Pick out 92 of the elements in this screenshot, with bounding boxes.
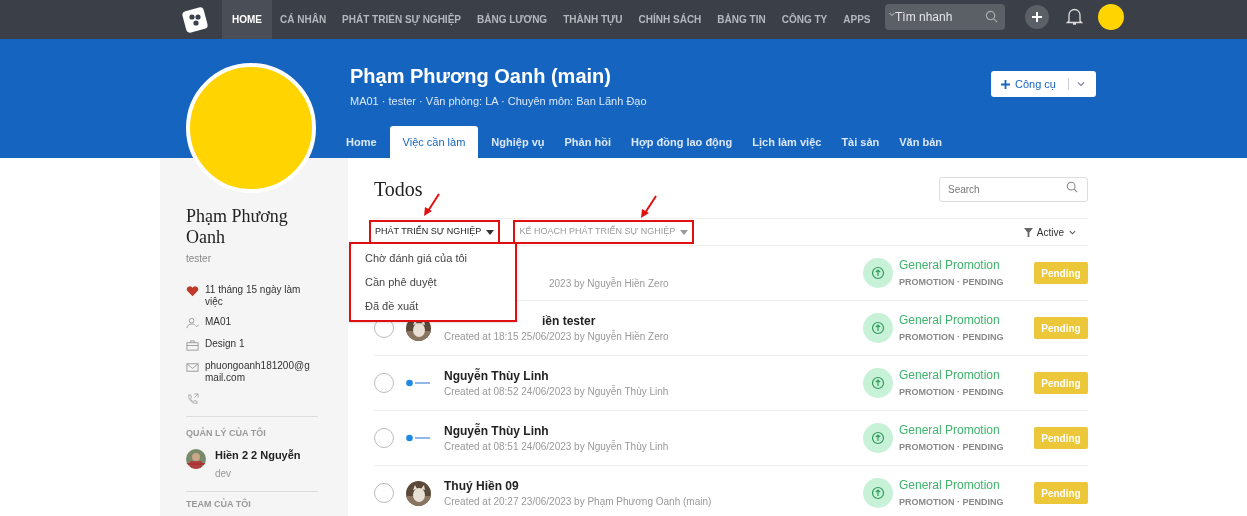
search-icon (1066, 181, 1078, 193)
created-text: Created at 20:27 23/06/2023 by Phạm Phương Oanh (main) (444, 494, 712, 509)
manager-name[interactable]: Hiền 2 2 Nguyễn (215, 446, 301, 463)
filter-dropdown[interactable]: KẾ HOẠCH PHÁT TRIỂN SỰ NGHIỆP (513, 220, 695, 244)
todo-title[interactable]: iền tester (542, 312, 669, 329)
profile-tab[interactable]: Nghiệp vụ (481, 126, 555, 158)
status-badge: Pending (1034, 482, 1088, 504)
company-logo-icon (406, 434, 431, 442)
todos-title: Todos (374, 177, 423, 202)
status-badge: Pending (1034, 372, 1088, 394)
nav-item[interactable]: THÀNH TỰU (555, 0, 631, 39)
profile-tab[interactable]: Home (336, 126, 387, 158)
status-badge: Pending (1034, 317, 1088, 339)
profile-tab[interactable]: Lịch làm việc (742, 126, 832, 158)
promotion-icon (863, 368, 893, 398)
user-icon (186, 317, 199, 330)
nav-item[interactable]: PHÁT TRIỂN SỰ NGHIỆP (334, 0, 469, 39)
user-avatar[interactable] (1098, 4, 1124, 30)
promotion-icon (863, 258, 893, 288)
annotation-arrow (422, 193, 441, 217)
caret-icon (680, 229, 689, 235)
chevron-down-icon (889, 12, 895, 17)
company-logo-icon (406, 379, 431, 387)
nav-item[interactable]: APPS (835, 0, 879, 39)
menu-item[interactable]: Đã đề xuất (351, 297, 515, 315)
profile-meta: MA01 · tester · Văn phòng: LA · Chuyên môn: Ban Lãnh Đạo (350, 94, 647, 109)
promotion-title[interactable]: General Promotion (899, 366, 1034, 385)
status-filter[interactable]: Active (1023, 224, 1076, 240)
promotion-title[interactable]: General Promotion (899, 421, 1034, 440)
sidebar-role: tester (186, 252, 212, 266)
heart-icon (186, 285, 199, 298)
nav-item[interactable]: BẢNG LƯƠNG (469, 0, 556, 39)
chevron-down-icon (1069, 228, 1076, 236)
detail-text: 11 tháng 15 ngày làm việc (205, 284, 302, 308)
caret-icon (486, 229, 495, 235)
plus-icon (1001, 79, 1010, 89)
todo-title[interactable]: Nguyễn Thùy Linh (444, 422, 669, 439)
profile-name: Phạm Phương Oanh (main) (350, 64, 612, 89)
manager-role: dev (215, 467, 233, 481)
created-text: Created at 08:52 24/06/2023 by Nguyễn Thùy Linh (444, 384, 669, 399)
bell-icon[interactable] (1066, 7, 1083, 26)
promotion-icon (863, 313, 893, 343)
promotion-meta: PROMOTION · PENDING (899, 496, 1005, 510)
filter-icon (1023, 227, 1033, 237)
created-text: Created at 18:15 25/06/2023 by Nguyễn Hiền Zero (444, 329, 669, 344)
created-text: 2023 by Nguyễn Hiền Zero (549, 276, 669, 291)
todo-title[interactable]: Thuý Hiền 09 (444, 477, 712, 494)
add-button[interactable] (1025, 5, 1049, 29)
profile-tab[interactable]: Việc cần làm (389, 126, 479, 158)
search-field[interactable]: Search (939, 176, 1088, 202)
promotion-icon (863, 423, 893, 453)
status-badge: Pending (1034, 262, 1088, 284)
nav-item[interactable]: CÁ NHÂN (272, 0, 335, 39)
mail-icon (186, 361, 199, 374)
promotion-meta: PROMOTION · PENDING (899, 276, 1005, 290)
todo-title[interactable]: Nguyễn Thùy Linh (444, 367, 669, 384)
briefcase-icon (186, 339, 199, 352)
promotion-meta: PROMOTION · PENDING (899, 331, 1005, 345)
promotion-meta: PROMOTION · PENDING (899, 386, 1005, 400)
detail-text: Design 1 (205, 338, 245, 350)
menu-item[interactable]: Chờ đánh giá của tôi (351, 249, 515, 267)
promotion-title[interactable]: General Promotion (899, 311, 1034, 330)
tools-button[interactable]: Công cụ (991, 71, 1096, 97)
phone-icon (186, 393, 199, 406)
section-heading: TEAM CỦA TÔI (186, 498, 252, 511)
status-badge: Pending (1034, 427, 1088, 449)
annotation-arrow (639, 195, 658, 219)
profile-tab[interactable]: Hợp đồng lao động (620, 126, 743, 158)
plus-icon (1031, 11, 1043, 23)
checkbox[interactable] (374, 373, 394, 393)
nav-item[interactable]: BẢNG TIN (709, 0, 774, 39)
profile-tab[interactable]: Tài sản (831, 126, 890, 158)
profile-tab[interactable]: Phản hồi (554, 126, 621, 158)
promotion-meta: PROMOTION · PENDING (899, 441, 1005, 455)
chevron-down-icon (1077, 80, 1085, 88)
quick-search-field[interactable]: Tìm nhanh (885, 4, 1005, 30)
profile-tab[interactable]: Văn bản (889, 126, 953, 158)
search-icon (985, 10, 998, 23)
promotion-title[interactable]: General Promotion (899, 476, 1034, 495)
nav-item[interactable]: HOME (222, 0, 272, 39)
detail-text: phuongoanh181200@gmail.com (205, 360, 311, 384)
nav-item[interactable]: CÔNG TY (773, 0, 836, 39)
created-text: Created at 08:51 24/06/2023 by Nguyễn Thùy Linh (444, 439, 669, 454)
checkbox[interactable] (374, 428, 394, 448)
nav-item[interactable]: CHÍNH SÁCH (630, 0, 710, 39)
checkbox[interactable] (374, 483, 394, 503)
promotion-title[interactable]: General Promotion (899, 256, 1034, 275)
menu-item[interactable]: Cần phê duyệt (351, 273, 515, 291)
promotion-icon (863, 478, 893, 508)
section-heading: QUẢN LÝ CỦA TÔI (186, 427, 267, 440)
sidebar-name: Phạm Phương Oanh (186, 206, 289, 248)
detail-text: MA01 (205, 316, 232, 328)
